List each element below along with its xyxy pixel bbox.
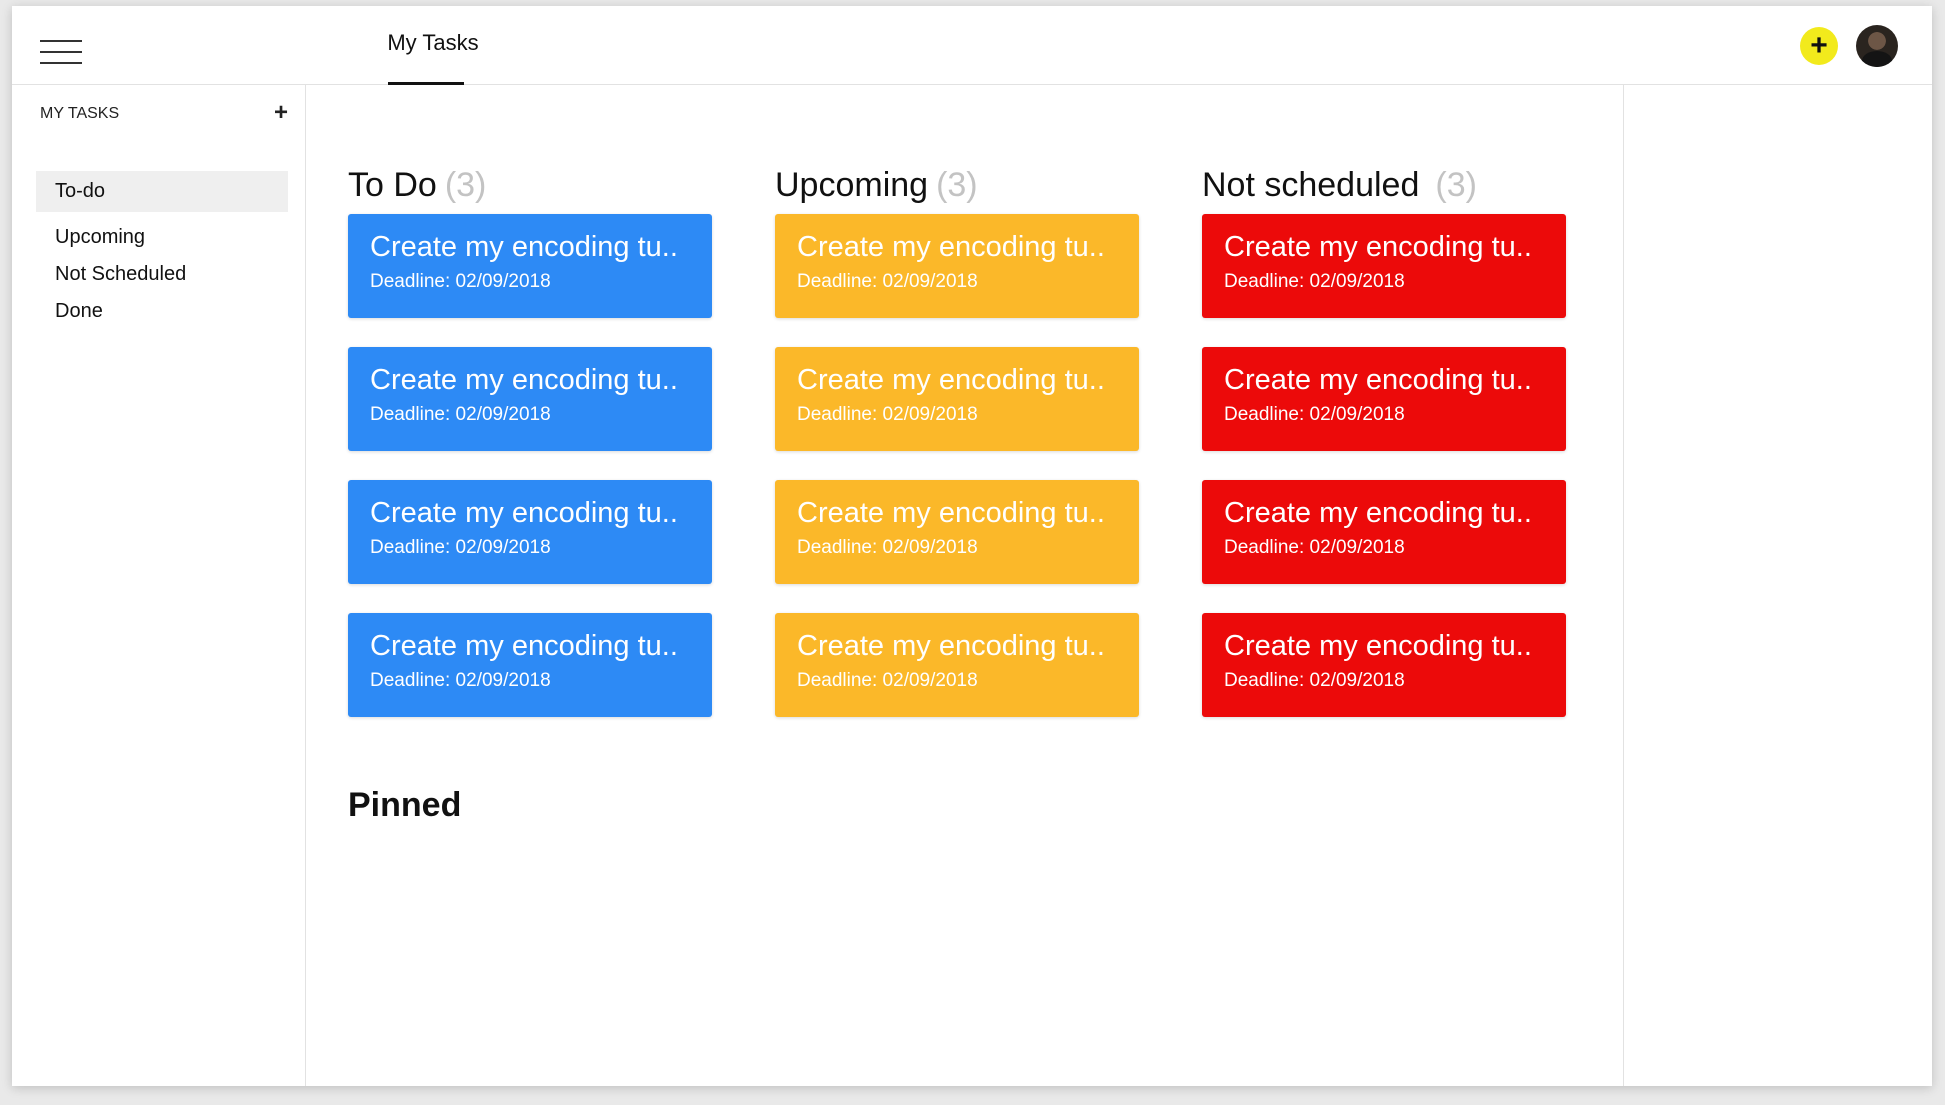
task-card[interactable]: Create my encoding tu.. Deadline: 02/09/… <box>775 214 1139 318</box>
task-card[interactable]: Create my encoding tu.. Deadline: 02/09/… <box>1202 480 1566 584</box>
column-count: (3) <box>444 166 487 204</box>
task-card-deadline: Deadline: 02/09/2018 <box>1224 670 1405 691</box>
task-card-deadline: Deadline: 02/09/2018 <box>1224 404 1405 425</box>
tab-my-tasks[interactable]: My Tasks <box>378 30 488 56</box>
task-card-title: Create my encoding tu.. <box>370 630 678 662</box>
task-card[interactable]: Create my encoding tu.. Deadline: 02/09/… <box>775 347 1139 451</box>
pinned-section-title: Pinned <box>348 786 462 824</box>
sidebar-item-to-do[interactable]: To-do <box>36 171 288 212</box>
column-title-text: Not scheduled <box>1202 166 1420 204</box>
task-card-title: Create my encoding tu.. <box>1224 231 1532 263</box>
app-window: My Tasks + MY TASKS + To-do Upcoming Not… <box>12 6 1932 1086</box>
task-card[interactable]: Create my encoding tu.. Deadline: 02/09/… <box>1202 214 1566 318</box>
column-title-not-scheduled: Not scheduled (3) <box>1202 166 1477 205</box>
task-card-title: Create my encoding tu.. <box>1224 630 1532 662</box>
sidebar-header: MY TASKS <box>40 105 120 122</box>
task-card-deadline: Deadline: 02/09/2018 <box>797 404 978 425</box>
task-card-deadline: Deadline: 02/09/2018 <box>370 670 551 691</box>
task-card[interactable]: Create my encoding tu.. Deadline: 02/09/… <box>348 480 712 584</box>
task-card-deadline: Deadline: 02/09/2018 <box>370 537 551 558</box>
sidebar-item-done[interactable]: Done <box>36 291 288 332</box>
task-card[interactable]: Create my encoding tu.. Deadline: 02/09/… <box>1202 613 1566 717</box>
task-card-title: Create my encoding tu.. <box>1224 497 1532 529</box>
task-card-deadline: Deadline: 02/09/2018 <box>1224 271 1405 292</box>
task-card-title: Create my encoding tu.. <box>370 497 678 529</box>
column-title-text: To Do <box>348 166 437 204</box>
task-card-deadline: Deadline: 02/09/2018 <box>797 670 978 691</box>
column-count: (3) <box>1435 166 1477 204</box>
task-card-deadline: Deadline: 02/09/2018 <box>797 537 978 558</box>
task-card-title: Create my encoding tu.. <box>797 364 1105 396</box>
avatar[interactable] <box>1856 25 1898 67</box>
task-card[interactable]: Create my encoding tu.. Deadline: 02/09/… <box>775 613 1139 717</box>
task-card-title: Create my encoding tu.. <box>1224 364 1532 396</box>
column-title-to-do: To Do (3) <box>348 166 486 205</box>
task-card[interactable]: Create my encoding tu.. Deadline: 02/09/… <box>348 214 712 318</box>
task-card-title: Create my encoding tu.. <box>370 364 678 396</box>
column-title-text: Upcoming <box>775 166 929 204</box>
task-card-title: Create my encoding tu.. <box>797 630 1105 662</box>
right-panel-divider <box>1623 85 1624 1086</box>
task-card-title: Create my encoding tu.. <box>797 231 1105 263</box>
task-card-deadline: Deadline: 02/09/2018 <box>797 271 978 292</box>
task-card-deadline: Deadline: 02/09/2018 <box>1224 537 1405 558</box>
active-tab-indicator <box>388 82 464 85</box>
sidebar-add-list-button[interactable]: + <box>274 99 288 127</box>
task-card-title: Create my encoding tu.. <box>370 231 678 263</box>
column-title-upcoming: Upcoming (3) <box>775 166 978 205</box>
task-card[interactable]: Create my encoding tu.. Deadline: 02/09/… <box>775 480 1139 584</box>
top-bar: My Tasks + <box>12 6 1932 85</box>
task-card[interactable]: Create my encoding tu.. Deadline: 02/09/… <box>348 347 712 451</box>
task-card[interactable]: Create my encoding tu.. Deadline: 02/09/… <box>1202 347 1566 451</box>
column-count: (3) <box>936 166 978 204</box>
sidebar-item-not-scheduled[interactable]: Not Scheduled <box>36 254 288 295</box>
task-card-deadline: Deadline: 02/09/2018 <box>370 271 551 292</box>
add-task-button[interactable]: + <box>1800 27 1838 65</box>
sidebar: MY TASKS + To-do Upcoming Not Scheduled … <box>12 85 306 1086</box>
task-card[interactable]: Create my encoding tu.. Deadline: 02/09/… <box>348 613 712 717</box>
task-card-deadline: Deadline: 02/09/2018 <box>370 404 551 425</box>
hamburger-menu-icon[interactable] <box>40 40 82 64</box>
task-card-title: Create my encoding tu.. <box>797 497 1105 529</box>
sidebar-item-upcoming[interactable]: Upcoming <box>36 217 288 258</box>
